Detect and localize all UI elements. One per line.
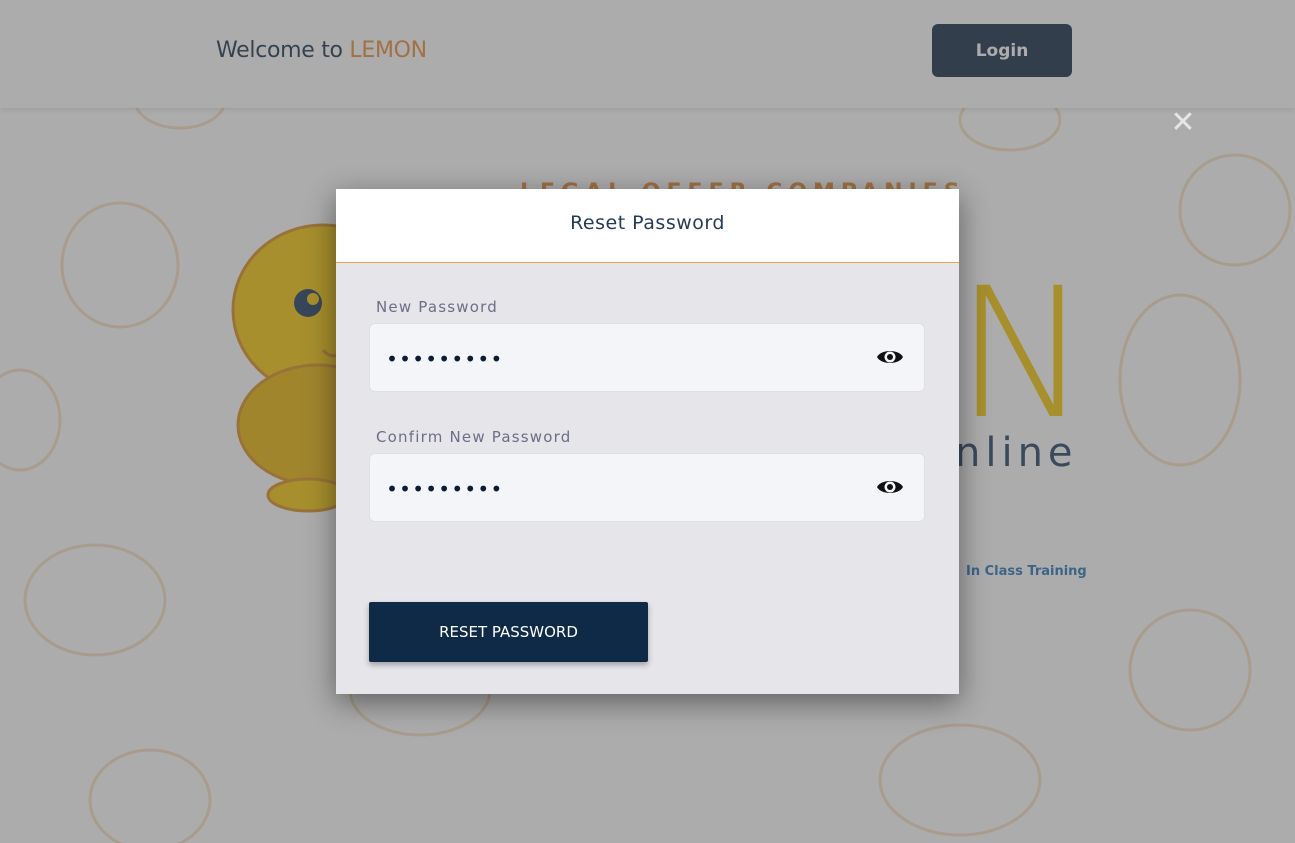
close-icon[interactable]: ✕ — [1168, 108, 1198, 138]
confirm-password-input[interactable] — [384, 454, 858, 523]
dialog-title: Reset Password — [336, 189, 959, 263]
new-password-input[interactable] — [384, 324, 858, 393]
confirm-password-label: Confirm New Password — [376, 428, 572, 446]
eye-icon[interactable] — [876, 476, 904, 498]
new-password-label: New Password — [376, 298, 498, 316]
confirm-password-field[interactable] — [369, 453, 925, 523]
new-password-field[interactable] — [369, 323, 925, 393]
reset-password-dialog: Reset Password New Password Confirm New … — [336, 189, 959, 694]
eye-icon[interactable] — [876, 346, 904, 368]
reset-password-button[interactable]: RESET PASSWORD — [369, 602, 648, 662]
